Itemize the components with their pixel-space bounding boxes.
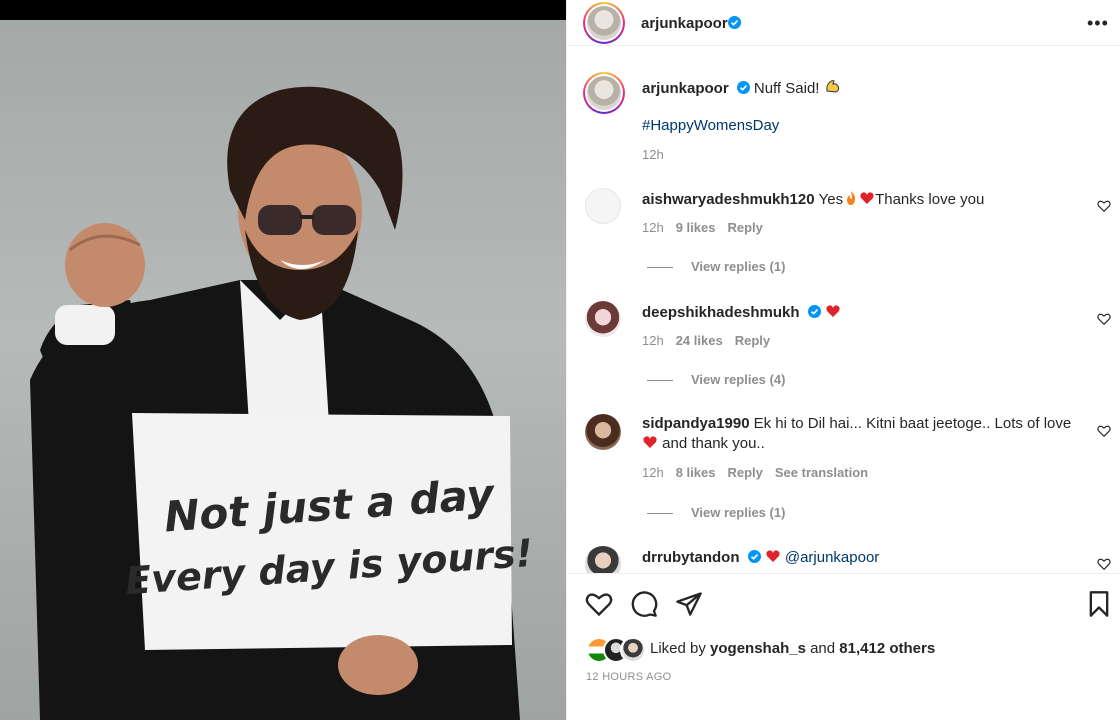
verified-icon (728, 16, 741, 29)
reply-button[interactable]: Reply (727, 220, 762, 235)
caption-avatar[interactable] (583, 72, 625, 114)
see-translation-button[interactable]: See translation (775, 465, 868, 480)
heart-icon[interactable] (1097, 199, 1111, 213)
header-username[interactable]: arjunkapoor (641, 15, 728, 32)
comments-list[interactable]: arjunkapoor Nuff Said! #HappyWomensDay 1… (567, 46, 1120, 573)
red-heart-emoji (826, 305, 840, 317)
heart-icon[interactable] (585, 590, 613, 618)
liker-avatar[interactable] (620, 637, 646, 663)
save-icon[interactable] (1085, 590, 1113, 618)
red-heart-emoji (766, 550, 780, 562)
comment-username[interactable]: deepshikhadeshmukh (642, 304, 800, 321)
comment-likes[interactable]: 8 likes (676, 465, 716, 480)
comment-likes[interactable]: 9 likes (676, 220, 716, 235)
caption-hashtag[interactable]: #HappyWomensDay (642, 117, 779, 134)
comment-avatar[interactable] (585, 188, 621, 224)
caption-username[interactable]: arjunkapoor (642, 80, 729, 97)
comment-icon[interactable] (630, 590, 658, 618)
comment-text: Ek hi to Dil hai... Kitni baat jeetoge..… (753, 415, 1072, 432)
comment-time: 12h (642, 465, 664, 480)
more-icon[interactable]: ••• (1087, 14, 1109, 32)
view-replies-button[interactable]: View replies (1) (647, 259, 785, 274)
fire-emoji (847, 191, 856, 205)
verified-icon (736, 81, 750, 94)
comment-time: 12h (642, 220, 664, 235)
heart-icon[interactable] (1097, 424, 1111, 438)
heart-icon[interactable] (1097, 557, 1111, 571)
view-replies-button[interactable]: View replies (4) (647, 372, 785, 387)
comment-username[interactable]: aishwaryadeshmukh120 (642, 191, 815, 208)
comment-username[interactable]: sidpandya1990 (642, 415, 750, 432)
post-timestamp[interactable]: 12 HOURS AGO (586, 671, 672, 683)
heart-icon[interactable] (1097, 312, 1111, 326)
post-actions: Liked by yogenshah_s and 81,412 others 1… (567, 573, 1120, 720)
red-heart-emoji (860, 192, 874, 204)
reply-button[interactable]: Reply (735, 333, 770, 348)
comment-text-after: Thanks love you (875, 191, 985, 208)
post-header: arjunkapoor ••• (567, 0, 1120, 46)
caption-time: 12h (642, 147, 664, 162)
post-photo: Not just a day Every day is yours! (0, 20, 566, 720)
liked-by-prefix: Liked by (650, 640, 706, 657)
comment-username[interactable]: drrubytandon (642, 549, 740, 566)
comment-avatar[interactable] (585, 546, 621, 573)
post-side-panel: arjunkapoor ••• arjunkapoor Nuff Said! #… (566, 0, 1120, 720)
comment-mention[interactable]: @arjunkapoor (785, 549, 879, 566)
caption-text: Nuff Said! (753, 80, 824, 97)
comment-likes[interactable]: 24 likes (676, 333, 723, 348)
red-heart-emoji (643, 436, 657, 448)
view-replies-button[interactable]: View replies (1) (647, 505, 785, 520)
liked-by-user[interactable]: yogenshah_s (710, 640, 806, 657)
flexed-bicep-emoji (825, 80, 839, 93)
comment-avatar[interactable] (585, 301, 621, 337)
comment-text-line2: and thank you.. (662, 435, 765, 452)
verified-icon (807, 305, 821, 318)
comment-time: 12h (642, 333, 664, 348)
post-media[interactable]: Not just a day Every day is yours! (0, 0, 566, 720)
liked-by-text: Liked by yogenshah_s and 81,412 others (650, 640, 935, 657)
verified-icon (747, 550, 761, 563)
header-avatar[interactable] (583, 2, 625, 44)
photo-illustration: Not just a day Every day is yours! (30, 86, 534, 720)
share-icon[interactable] (675, 590, 703, 618)
reply-button[interactable]: Reply (727, 465, 762, 480)
likes-count[interactable]: 81,412 others (839, 640, 935, 657)
liked-by-joiner: and (810, 640, 836, 657)
comment-avatar[interactable] (585, 414, 621, 450)
comment-text: Yes (818, 191, 844, 208)
